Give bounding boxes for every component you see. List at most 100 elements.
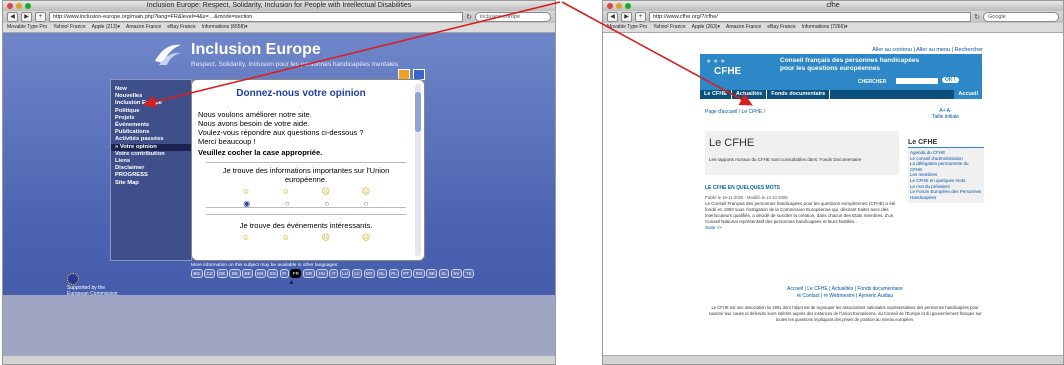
- bookmark-item[interactable]: Amazon France: [126, 23, 161, 32]
- search-field[interactable]: Google: [983, 12, 1059, 22]
- smiley-angry-icon: ☹: [361, 233, 371, 242]
- back-button[interactable]: ◀: [7, 12, 18, 22]
- minimize-window-button[interactable]: [16, 3, 22, 9]
- text-size-reset[interactable]: Taille initiale: [932, 114, 959, 120]
- rating-radio[interactable]: ○: [364, 199, 369, 208]
- bookmark-item[interactable]: eBay France: [767, 23, 795, 32]
- bookmark-item[interactable]: Yahoo! France: [653, 23, 685, 32]
- rating-options: ☺ ☺ ☹ ☹: [206, 187, 406, 196]
- browser-window-inclusion-europe: Inclusion Europe: Respect, Solidarity, I…: [2, 0, 556, 365]
- language-link[interactable]: CZ: [204, 269, 216, 278]
- read-more-link[interactable]: Suite >>: [705, 225, 722, 230]
- search-ok-button[interactable]: OK !: [942, 77, 959, 83]
- bookmark-item[interactable]: Amazon France: [726, 23, 761, 32]
- bookmark-item[interactable]: Yahoo! France: [53, 23, 85, 32]
- language-link-selected[interactable]: FR: [290, 269, 302, 278]
- footer-contact[interactable]: ✉ Contact | ✉ Webmestre | Aymeric Audiau: [705, 293, 985, 300]
- language-link[interactable]: DE: [216, 269, 228, 278]
- zoom-window-button[interactable]: [25, 3, 31, 9]
- add-bookmark-button[interactable]: +: [35, 12, 46, 22]
- nav-tab-home[interactable]: Accueil: [954, 90, 982, 99]
- close-window-button[interactable]: [7, 3, 13, 9]
- bookmark-item[interactable]: Movable Type Pro: [607, 23, 647, 32]
- language-link[interactable]: BG: [191, 269, 203, 278]
- language-link[interactable]: SL: [438, 269, 450, 278]
- language-link[interactable]: RO: [413, 269, 425, 278]
- more-info-text: More information on this subject may be …: [191, 263, 339, 268]
- nav-tab[interactable]: Fonds documentaire: [767, 90, 831, 99]
- nav-item[interactable]: PROGRESS: [111, 172, 191, 179]
- bookmark-item[interactable]: Informations (7266)▾: [802, 23, 848, 32]
- language-link[interactable]: SV: [450, 269, 462, 278]
- reload-icon[interactable]: ↻: [974, 13, 980, 21]
- nav-item-active[interactable]: » Votre opinion: [111, 143, 191, 151]
- language-link[interactable]: DK: [229, 269, 241, 278]
- nav-item[interactable]: Site Map: [111, 180, 191, 187]
- language-selector: BG CZ DE DK EE EN ES FI FR GR HU IT LU L…: [191, 269, 475, 278]
- language-link[interactable]: SK: [426, 269, 438, 278]
- rating-radio[interactable]: ○: [285, 199, 290, 208]
- sidebar-link[interactable]: La délégation permanente du CFHE: [910, 161, 982, 172]
- reload-icon[interactable]: ↻: [466, 13, 472, 21]
- nav-item[interactable]: Nouvelles: [111, 93, 191, 100]
- bookmark-item[interactable]: Movable Type Pro: [7, 23, 47, 32]
- bookmarks-bar: Movable Type Pro Yahoo! France Apple (26…: [603, 23, 1063, 33]
- zoom-window-button[interactable]: [625, 3, 631, 9]
- search-field[interactable]: inclusion europe: [475, 12, 551, 22]
- language-link[interactable]: ES: [267, 269, 279, 278]
- url-bar[interactable]: http://www.cfhe.org/?/cfhe/: [649, 12, 972, 22]
- language-link[interactable]: IT: [329, 269, 339, 278]
- language-link[interactable]: FI: [279, 269, 289, 278]
- nav-item[interactable]: Disclaimer: [111, 165, 191, 172]
- rating-radios: ◉ ○ ○ ○: [206, 199, 406, 208]
- minimize-window-button[interactable]: [616, 3, 622, 9]
- nav-item[interactable]: Projets: [111, 115, 191, 122]
- language-link[interactable]: MT: [363, 269, 376, 278]
- language-link[interactable]: LU: [339, 269, 351, 278]
- nav-item[interactable]: Activités passées: [111, 136, 191, 143]
- language-link[interactable]: LV: [351, 269, 363, 278]
- forward-button[interactable]: ▶: [21, 12, 32, 22]
- search-label: CHERCHER: [858, 79, 887, 85]
- bookmark-item[interactable]: Apple (213)▾: [92, 23, 120, 32]
- nav-tab[interactable]: Le CFHE: [700, 90, 732, 99]
- url-bar[interactable]: http://www.inclusion-europe.org/main.php…: [49, 12, 464, 22]
- language-link[interactable]: NL: [376, 269, 388, 278]
- bookmark-item[interactable]: eBay France: [167, 23, 195, 32]
- language-link[interactable]: HU: [316, 269, 328, 278]
- add-bookmark-button[interactable]: +: [635, 12, 646, 22]
- site-search-input[interactable]: [896, 78, 938, 84]
- close-window-button[interactable]: [607, 3, 613, 9]
- nav-item[interactable]: Liens: [111, 158, 191, 165]
- smiley-sad-icon: ☹: [321, 233, 331, 242]
- question-text: Je trouve des événements intéressants.: [239, 221, 373, 230]
- forward-button[interactable]: ▶: [621, 12, 632, 22]
- language-link[interactable]: TK: [463, 269, 475, 278]
- nav-item[interactable]: Événements: [111, 122, 191, 129]
- bookmark-item[interactable]: Apple (263)▾: [692, 23, 720, 32]
- rating-radio[interactable]: ○: [324, 199, 329, 208]
- page-title: Le CFHE: [709, 137, 755, 149]
- rating-radio-selected[interactable]: ◉: [243, 199, 250, 208]
- breadcrumb[interactable]: Page d'accueil / Le CFHE /: [705, 109, 765, 115]
- bookmark-item[interactable]: Informations (6658)▾: [202, 23, 248, 32]
- nav-item[interactable]: Votre contribution: [111, 151, 191, 158]
- nav-item[interactable]: Publications: [111, 129, 191, 136]
- article-title[interactable]: LE CFHE EN QUELQUES MOTS: [705, 185, 780, 191]
- sidebar-link[interactable]: Le Forum Européen des Personnes Handicap…: [910, 189, 982, 200]
- language-link[interactable]: PT: [400, 269, 412, 278]
- back-button[interactable]: ◀: [607, 12, 618, 22]
- language-link[interactable]: EE: [242, 269, 254, 278]
- language-link[interactable]: GR: [302, 269, 315, 278]
- language-link[interactable]: EN: [254, 269, 266, 278]
- nav-item[interactable]: New: [111, 86, 191, 93]
- nav-item[interactable]: Politique: [111, 108, 191, 115]
- nav-tab[interactable]: Actualités: [732, 90, 768, 99]
- nav-item[interactable]: Inclusion Europe: [111, 100, 191, 107]
- accessibility-links[interactable]: Aller au contenu | Aller au menu | Reche…: [872, 47, 983, 53]
- status-bar: [603, 355, 1063, 364]
- cfhe-logo[interactable]: CFHE: [714, 66, 741, 80]
- panel-scrollbar-thumb[interactable]: [415, 92, 421, 132]
- window-controls: [7, 3, 31, 9]
- language-link[interactable]: PL: [388, 269, 400, 278]
